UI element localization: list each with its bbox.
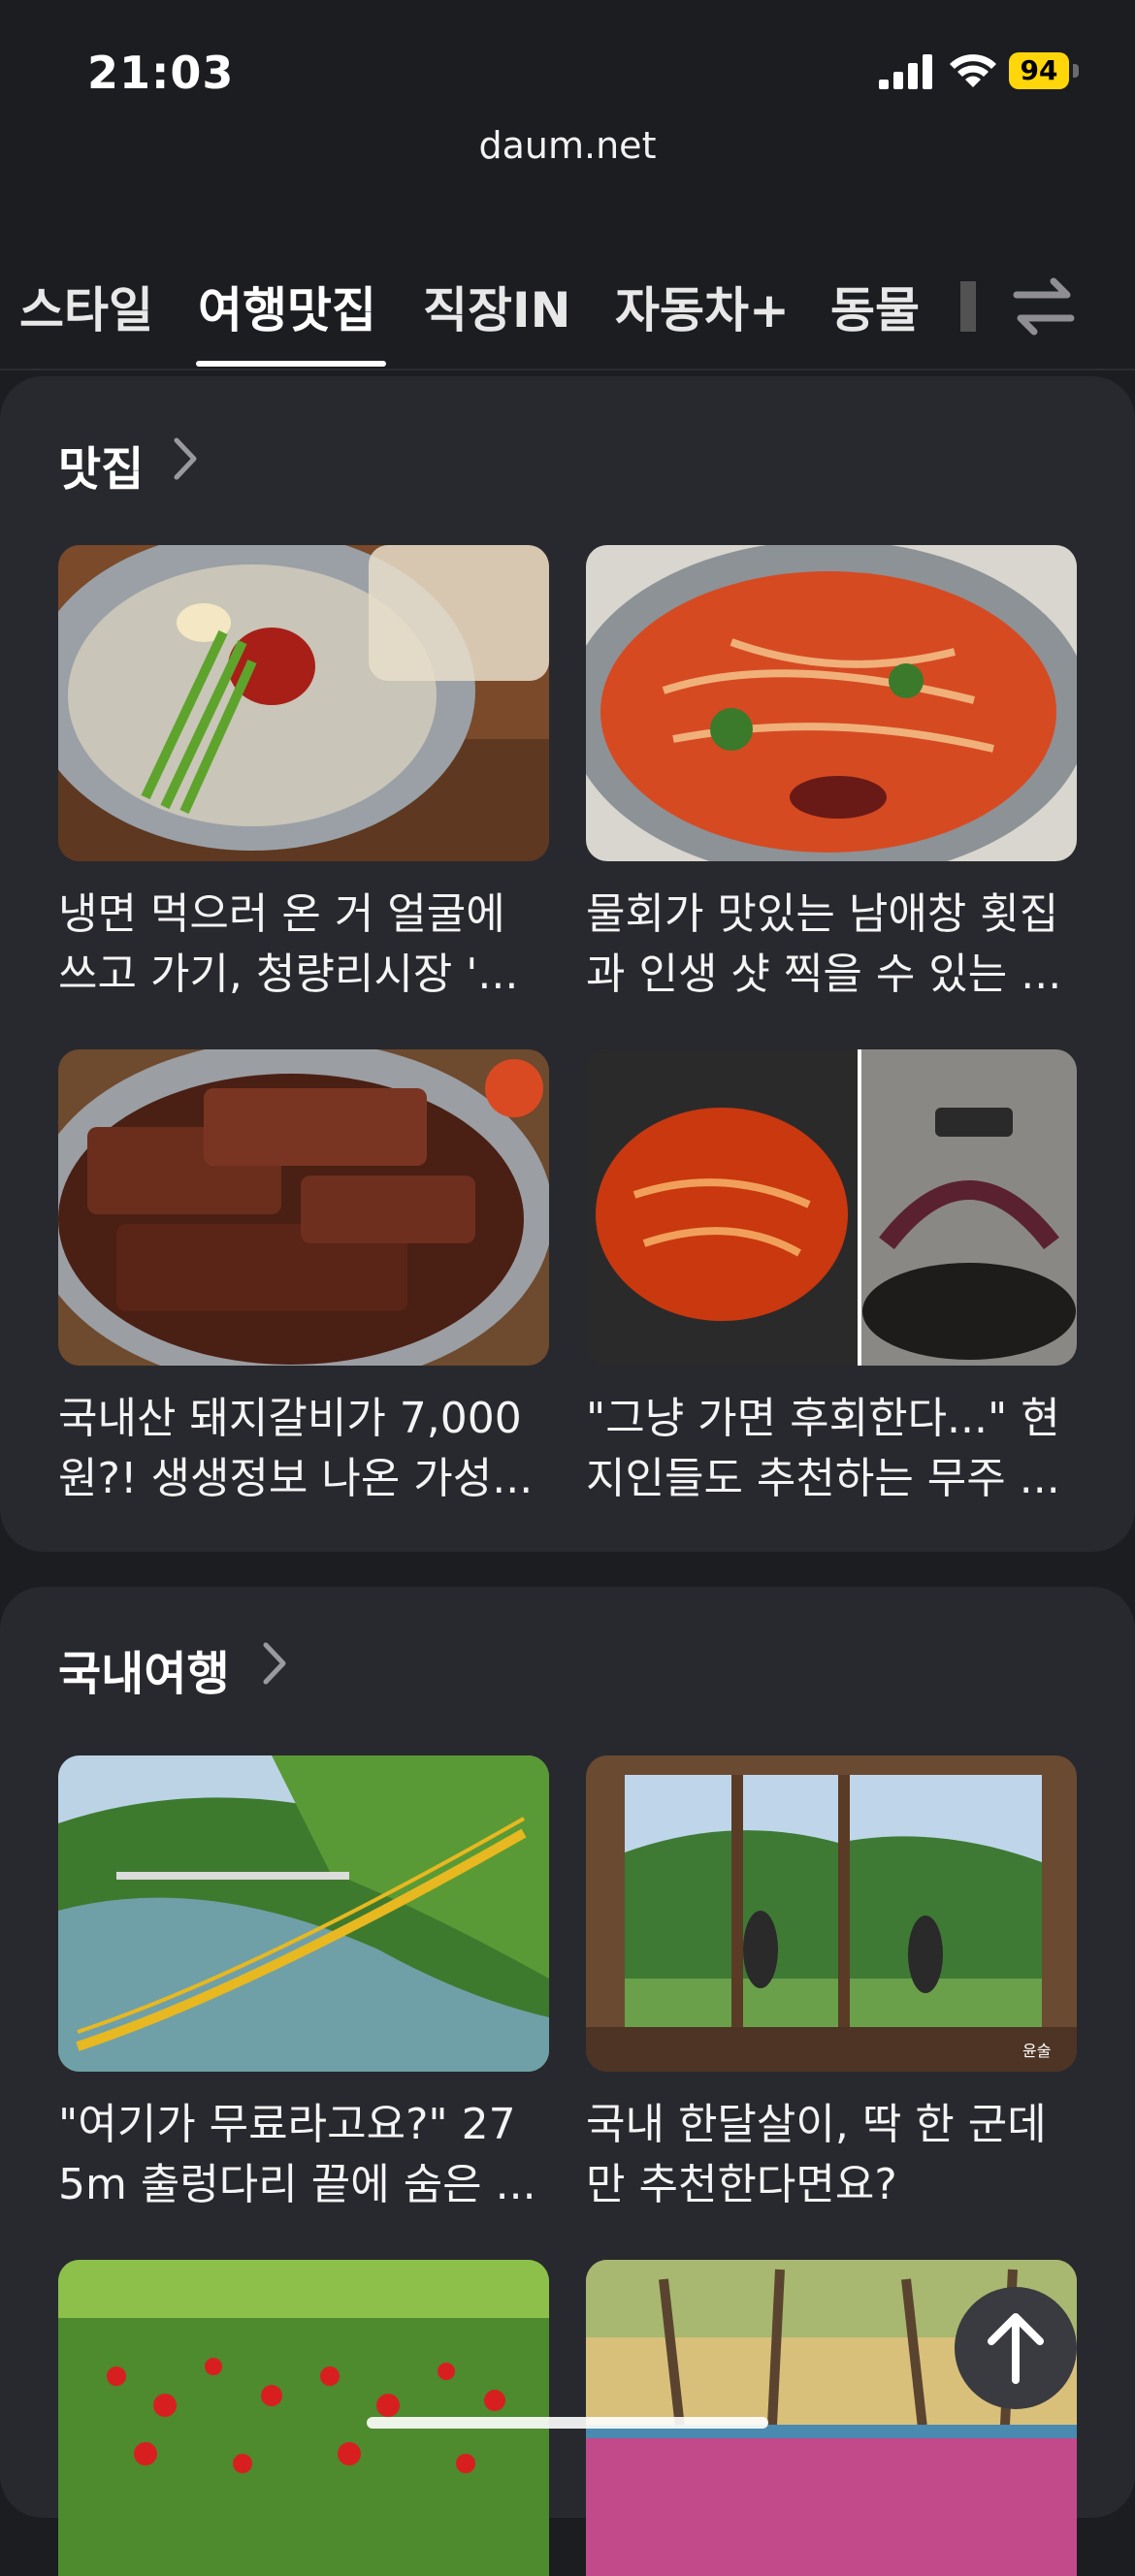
section-title-food[interactable]: 맛집 — [58, 431, 144, 499]
battery-tip — [1073, 64, 1079, 78]
arrow-up-icon — [988, 2313, 1044, 2384]
address-bar-url[interactable]: daum.net — [0, 124, 1135, 167]
wifi-icon — [950, 54, 996, 87]
article-thumbnail-naengmyeon[interactable] — [58, 545, 549, 861]
tab-car[interactable]: 자동차+ — [615, 272, 790, 341]
article-thumbnail-suspension-bridge[interactable] — [58, 1755, 549, 2072]
scroll-to-top-button[interactable] — [955, 2287, 1077, 2409]
article-title[interactable]: "그냥 가면 후회한다..." 현 지인들도 추천하는 무주 ... — [586, 1389, 1090, 1509]
article-thumbnail-window-view[interactable]: 윤술 — [586, 1755, 1077, 2072]
category-tabs: 스타일 여행맛집 직장IN 자동차+ 동물 — [0, 252, 1135, 370]
article-title[interactable]: 물회가 맛있는 남애창 횟집 과 인생 샷 찍을 수 있는 ... — [586, 885, 1090, 1005]
image-watermark: 윤술 — [1022, 2043, 1051, 2060]
status-time: 21:03 — [87, 47, 235, 99]
chevron-right-icon[interactable] — [260, 1641, 289, 1686]
cellular-signal-icon — [879, 54, 932, 89]
article-title[interactable]: "여기가 무료라고요?" 27 5m 출렁다리 끝에 숨은 ... — [58, 2095, 563, 2215]
article-thumbnail-muju[interactable] — [586, 1049, 1077, 1366]
article-title[interactable]: 국내산 돼지갈비가 7,000 원?! 생생정보 나온 가성... — [58, 1389, 563, 1509]
chevron-right-icon[interactable] — [171, 436, 200, 481]
home-indicator[interactable] — [367, 2417, 768, 2429]
article-thumbnail-galbi[interactable] — [58, 1049, 549, 1366]
tab-travel-food[interactable]: 여행맛집 — [198, 272, 376, 341]
article-title[interactable]: 냉면 먹으러 온 거 얼굴에 쓰고 가기, 청량리시장 '... — [58, 885, 563, 1005]
status-bar: 21:03 94 daum.net — [0, 0, 1135, 167]
active-tab-indicator — [196, 361, 386, 367]
tab-overflow-hint — [960, 281, 976, 332]
tab-work[interactable]: 직장IN — [423, 272, 570, 341]
article-thumbnail-mulhoe[interactable] — [586, 545, 1077, 861]
tab-animal[interactable]: 동물 — [830, 272, 920, 341]
article-title[interactable]: 국내 한달살이, 딱 한 군데 만 추천한다면요? — [586, 2095, 1090, 2215]
section-food: 맛집 냉면 먹으러 온 거 얼굴에 쓰고 가기, 청량리시장 '... 물회가 … — [0, 376, 1135, 1552]
tab-style[interactable]: 스타일 — [19, 272, 153, 341]
section-title-domestic-travel[interactable]: 국내여행 — [58, 1635, 230, 1703]
battery-icon: 94 — [1009, 52, 1069, 89]
swap-arrows-icon[interactable] — [1009, 272, 1079, 339]
